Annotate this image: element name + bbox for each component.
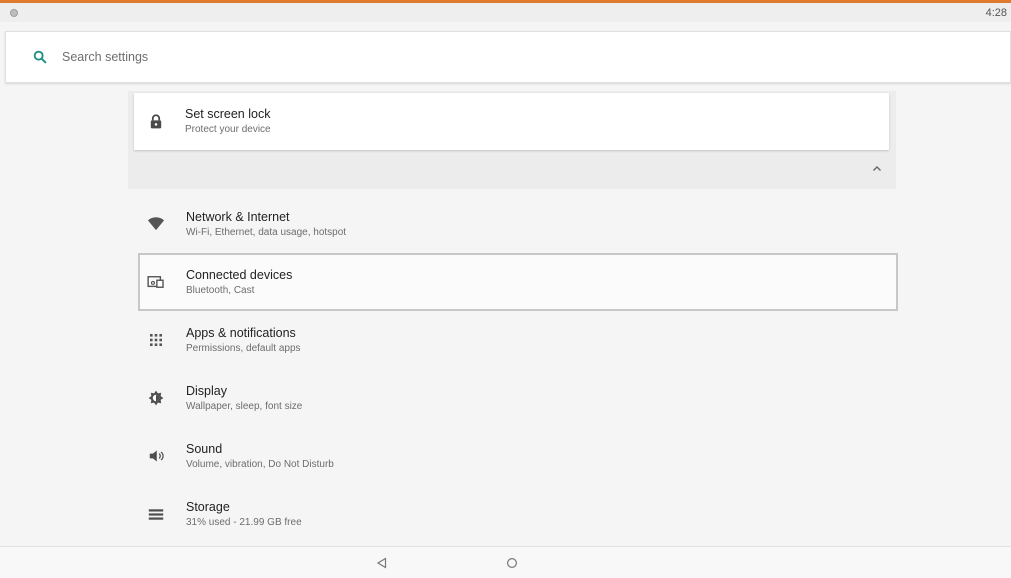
setting-subtitle: Wi-Fi, Ethernet, data usage, hotspot [186, 226, 347, 238]
suggestion-panel: Set screen lock Protect your device [128, 91, 896, 189]
volume-icon [146, 446, 166, 466]
setting-title: Sound [186, 441, 223, 456]
setting-network-internet[interactable]: Network & Internet Wi-Fi, Ethernet, data… [138, 195, 898, 253]
back-triangle-icon[interactable] [374, 555, 390, 571]
suggestion-title: Set screen lock [185, 107, 271, 121]
search-icon [26, 49, 54, 65]
setting-title: Network & Internet [186, 209, 290, 224]
setting-storage[interactable]: Storage 31% used - 21.99 GB free [138, 485, 898, 543]
setting-subtitle: Bluetooth, Cast [186, 284, 255, 296]
brightness-icon [146, 388, 166, 408]
set-screen-lock-suggestion[interactable]: Set screen lock Protect your device [134, 93, 889, 150]
apps-grid-icon [146, 330, 166, 350]
search-placeholder: Search settings [62, 50, 149, 64]
setting-title: Apps & notifications [186, 325, 296, 340]
setting-subtitle: Permissions, default apps [186, 342, 301, 354]
settings-list: Network & Internet Wi-Fi, Ethernet, data… [138, 195, 898, 543]
setting-text: Connected devices Bluetooth, Cast [186, 267, 292, 298]
suggestion-subtitle: Protect your device [185, 124, 271, 135]
setting-display[interactable]: Display Wallpaper, sleep, font size [138, 369, 898, 427]
status-time: 4:28 [985, 6, 1007, 19]
connected-devices-icon [146, 272, 166, 292]
setting-text: Sound Volume, vibration, Do Not Disturb [186, 441, 334, 472]
setting-subtitle: Volume, vibration, Do Not Disturb [186, 458, 334, 470]
setting-subtitle: Wallpaper, sleep, font size [186, 400, 303, 412]
home-circle-icon[interactable] [504, 555, 520, 571]
settings-screen: 4:28 Search settings Set screen lock Pro… [0, 0, 1011, 578]
status-dot-icon [10, 8, 18, 17]
suggestion-text: Set screen lock Protect your device [185, 106, 271, 137]
setting-text: Network & Internet Wi-Fi, Ethernet, data… [186, 209, 346, 240]
setting-title: Connected devices [186, 267, 293, 282]
setting-sound[interactable]: Sound Volume, vibration, Do Not Disturb [138, 427, 898, 485]
setting-text: Apps & notifications Permissions, defaul… [186, 325, 301, 356]
setting-text: Display Wallpaper, sleep, font size [186, 383, 302, 414]
wifi-icon [146, 214, 166, 234]
setting-connected-devices[interactable]: Connected devices Bluetooth, Cast [138, 253, 898, 311]
status-bar: 4:28 [0, 3, 1011, 22]
setting-title: Display [186, 383, 227, 398]
storage-icon [146, 504, 166, 524]
search-bar[interactable]: Search settings [5, 31, 1011, 83]
setting-text: Storage 31% used - 21.99 GB free [186, 499, 302, 530]
lock-icon [146, 112, 166, 132]
chevron-up-icon[interactable] [870, 161, 884, 175]
navigation-bar [0, 547, 1011, 578]
setting-title: Storage [186, 499, 230, 514]
setting-apps-notifications[interactable]: Apps & notifications Permissions, defaul… [138, 311, 898, 369]
setting-subtitle: 31% used - 21.99 GB free [186, 516, 302, 528]
